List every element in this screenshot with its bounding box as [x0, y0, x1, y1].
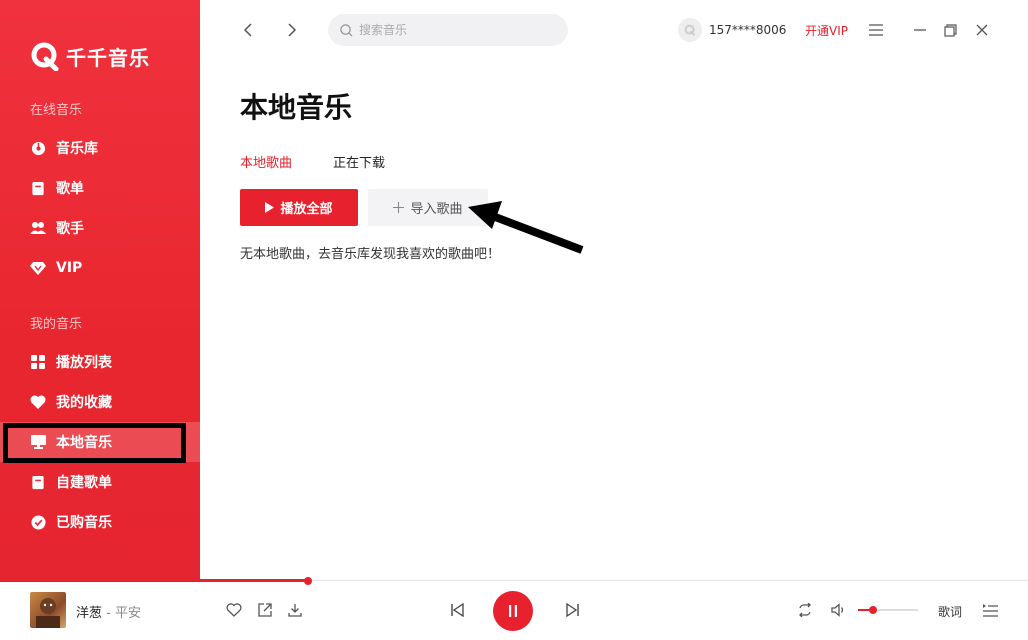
repeat-icon [799, 603, 811, 617]
sidebar-item-playlists[interactable]: 歌单 [0, 168, 200, 208]
forward-button[interactable] [280, 18, 304, 42]
play-all-button[interactable]: 播放全部 [240, 189, 358, 226]
track-title: 洋葱 [76, 606, 103, 621]
download-icon [288, 604, 302, 617]
sidebar-item-music-library[interactable]: 音乐库 [0, 128, 200, 168]
playlist-icon [30, 180, 46, 196]
tab-local-songs[interactable]: 本地歌曲 [240, 152, 292, 171]
sidebar-item-purchased[interactable]: 已购音乐 [0, 502, 200, 542]
sidebar-item-play-queue[interactable]: 播放列表 [0, 342, 200, 382]
plus-icon [393, 202, 405, 213]
diamond-icon [30, 260, 46, 276]
avatar [678, 18, 702, 42]
app-name: 千千音乐 [66, 45, 150, 70]
sidebar-item-label: 歌手 [56, 221, 84, 237]
track-artist: 平安 [114, 606, 141, 621]
minimize-button[interactable] [909, 19, 931, 41]
annotation-highlight-box [3, 423, 186, 463]
restore-button[interactable] [939, 19, 961, 41]
search-input[interactable] [359, 23, 549, 37]
singer-icon [30, 220, 46, 236]
search-box [328, 14, 568, 46]
queue-list-icon [982, 604, 998, 617]
player-bar: 洋葱 - 平安 歌词 [0, 582, 1028, 640]
chevron-left-icon [243, 23, 252, 37]
heart-icon [30, 394, 46, 410]
album-cover[interactable] [30, 592, 66, 628]
import-songs-label: 导入歌曲 [410, 202, 463, 217]
back-button[interactable] [236, 18, 260, 42]
sidebar-item-my-playlists[interactable]: 自建歌单 [0, 462, 200, 502]
playlist-queue-button[interactable] [980, 600, 1000, 620]
sidebar: 千千音乐 在线音乐 音乐库 歌单 歌手 VIP 我的音乐 播放列表 我的收藏 本… [0, 0, 200, 580]
sidebar-item-vip[interactable]: VIP [0, 248, 200, 288]
minimize-icon [914, 29, 926, 31]
restore-icon [943, 23, 957, 37]
hamburger-icon [869, 24, 883, 36]
track-info[interactable]: 洋葱 - 平安 [76, 602, 141, 621]
sidebar-item-singers[interactable]: 歌手 [0, 208, 200, 248]
skip-next-icon [566, 603, 579, 617]
skip-previous-icon [451, 603, 464, 617]
grid-icon [30, 354, 46, 370]
heart-outline-icon [226, 603, 242, 617]
tab-downloading[interactable]: 正在下载 [333, 152, 385, 171]
app-logo: 千千音乐 [30, 40, 150, 72]
chevron-right-icon [288, 23, 297, 37]
play-pause-button[interactable] [493, 591, 533, 631]
repeat-mode-button[interactable] [795, 600, 815, 620]
open-vip-link[interactable]: 开通VIP [805, 22, 848, 39]
sidebar-item-label: 自建歌单 [56, 475, 112, 491]
search-icon [340, 23, 353, 37]
lyrics-button[interactable]: 歌词 [938, 603, 962, 620]
check-circle-icon [30, 514, 46, 530]
pause-icon [509, 605, 517, 617]
sidebar-item-label: 已购音乐 [56, 515, 112, 531]
speaker-icon [831, 603, 844, 617]
close-button[interactable] [971, 19, 993, 41]
volume-button[interactable] [829, 600, 849, 620]
close-icon [976, 24, 988, 36]
sidebar-item-label: 我的收藏 [56, 395, 112, 411]
play-all-label: 播放全部 [280, 202, 333, 217]
sidebar-item-label: 歌单 [56, 181, 84, 197]
document-icon [30, 474, 46, 490]
share-button[interactable] [255, 600, 275, 620]
sidebar-item-label: VIP [56, 260, 83, 276]
next-track-button[interactable] [563, 600, 583, 620]
previous-track-button[interactable] [447, 600, 467, 620]
volume-handle[interactable] [869, 606, 877, 614]
menu-button[interactable] [865, 19, 887, 41]
logo-icon [30, 41, 60, 72]
top-bar: 157****8006 开通VIP [200, 0, 1028, 60]
track-separator: - [102, 606, 115, 621]
download-button[interactable] [285, 600, 305, 620]
user-name: 157****8006 [709, 23, 787, 37]
album-cover-art [36, 598, 60, 628]
sidebar-item-label: 播放列表 [56, 355, 112, 371]
section-mine-label: 我的音乐 [30, 317, 83, 332]
page-title: 本地音乐 [240, 91, 353, 124]
sidebar-item-label: 音乐库 [56, 141, 98, 157]
play-icon [265, 202, 275, 213]
share-icon [258, 603, 272, 617]
empty-state-message: 无本地歌曲，去音乐库发现我喜欢的歌曲吧！ [240, 247, 501, 262]
logo-icon [684, 24, 696, 36]
section-online-label: 在线音乐 [30, 103, 83, 118]
user-account[interactable]: 157****8006 [678, 18, 786, 42]
disc-icon [30, 140, 46, 156]
like-button[interactable] [224, 600, 244, 620]
sidebar-item-favorites[interactable]: 我的收藏 [0, 382, 200, 422]
